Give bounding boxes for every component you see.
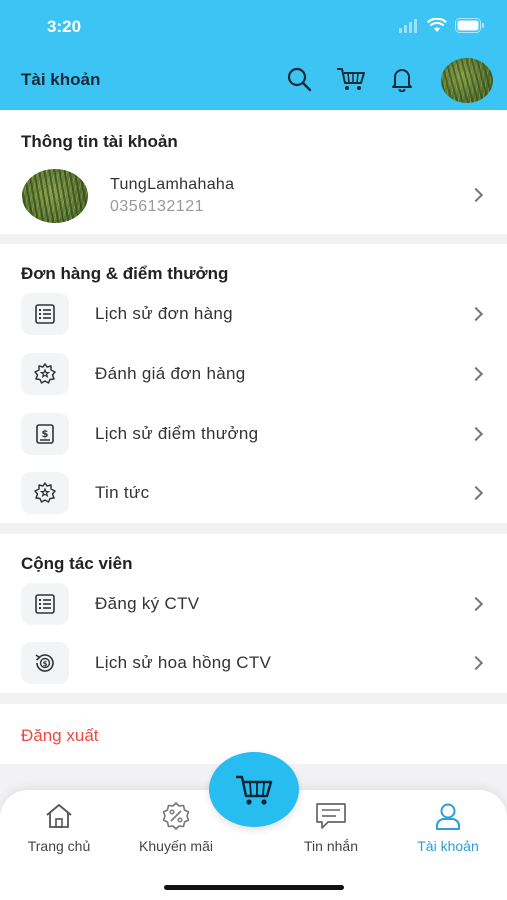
order-history-label: Lịch sử đơn hàng (95, 304, 233, 323)
news-label: Tin tức (95, 483, 150, 502)
app-header: 3:20 Tài khoản (0, 0, 507, 110)
profile-row[interactable]: TungLamhahaha 0356132121 (0, 160, 507, 230)
history-dollar-icon: $ (21, 642, 69, 684)
page-title: Tài khoản (21, 70, 101, 89)
chevron-right-icon (468, 655, 484, 671)
order-history-item[interactable]: Lịch sử đơn hàng (0, 284, 507, 344)
points-history-item[interactable]: $ Lịch sử điểm thưởng (0, 404, 507, 464)
floating-cart-button[interactable] (209, 752, 299, 827)
badge-star-icon (21, 472, 69, 514)
orders-title: Đơn hàng & điểm thưởng (21, 264, 229, 283)
bell-icon (392, 69, 412, 92)
collaborator-section: Cộng tác viên Đăng ký CTV $ Lịch sử hoa … (0, 534, 507, 693)
order-review-item[interactable]: Đánh giá đơn hàng (0, 344, 507, 404)
list-icon (21, 583, 69, 625)
cart-icon (236, 775, 273, 805)
search-button[interactable] (284, 64, 314, 94)
dollar-document-icon: $ (21, 413, 69, 455)
cart-icon (337, 68, 365, 90)
svg-text:$: $ (42, 429, 49, 440)
register-ctv-label: Đăng ký CTV (95, 594, 200, 613)
home-icon (4, 800, 114, 832)
profile-name: TungLamhahaha (110, 176, 235, 193)
orders-section: Đơn hàng & điểm thưởng Lịch sử đơn hàng … (0, 244, 507, 523)
svg-text:$: $ (43, 660, 48, 668)
chevron-right-icon (468, 366, 484, 382)
tab-account[interactable]: Tài khoản (393, 800, 503, 854)
commission-history-label: Lịch sử hoa hồng CTV (95, 653, 272, 672)
profile-phone: 0356132121 (110, 198, 204, 215)
list-icon (21, 293, 69, 335)
avatar (22, 169, 88, 223)
order-review-label: Đánh giá đơn hàng (95, 364, 246, 383)
chevron-right-icon (468, 426, 484, 442)
chevron-right-icon (468, 306, 484, 322)
account-info-title: Thông tin tài khoản (21, 132, 178, 151)
home-indicator (164, 885, 344, 890)
chevron-right-icon (468, 596, 484, 612)
chevron-right-icon (468, 187, 484, 203)
tab-account-label: Tài khoản (417, 838, 479, 854)
tab-home-label: Trang chủ (27, 838, 91, 854)
signal-icon (399, 18, 419, 38)
cart-button[interactable] (336, 64, 366, 94)
tab-promotions-label: Khuyến mãi (139, 838, 213, 854)
points-history-label: Lịch sử điểm thưởng (95, 424, 259, 443)
collaborator-title: Cộng tác viên (21, 554, 133, 573)
news-item[interactable]: Tin tức (0, 463, 507, 523)
search-icon (287, 67, 312, 92)
status-time: 3:20 (47, 17, 82, 36)
logout-button[interactable]: Đăng xuất (21, 726, 99, 746)
wifi-icon (427, 17, 447, 38)
badge-star-icon (21, 353, 69, 395)
tab-home[interactable]: Trang chủ (4, 800, 114, 854)
battery-icon (455, 18, 485, 38)
commission-history-item[interactable]: $ Lịch sử hoa hồng CTV (0, 633, 507, 693)
header-avatar[interactable] (441, 58, 493, 103)
chevron-right-icon (468, 485, 484, 501)
notification-button[interactable] (387, 64, 417, 94)
account-info-section: Thông tin tài khoản TungLamhahaha 035613… (0, 110, 507, 234)
status-icons (399, 17, 485, 38)
user-icon (393, 800, 503, 832)
register-ctv-item[interactable]: Đăng ký CTV (0, 574, 507, 634)
tab-messages-label: Tin nhắn (304, 838, 358, 854)
